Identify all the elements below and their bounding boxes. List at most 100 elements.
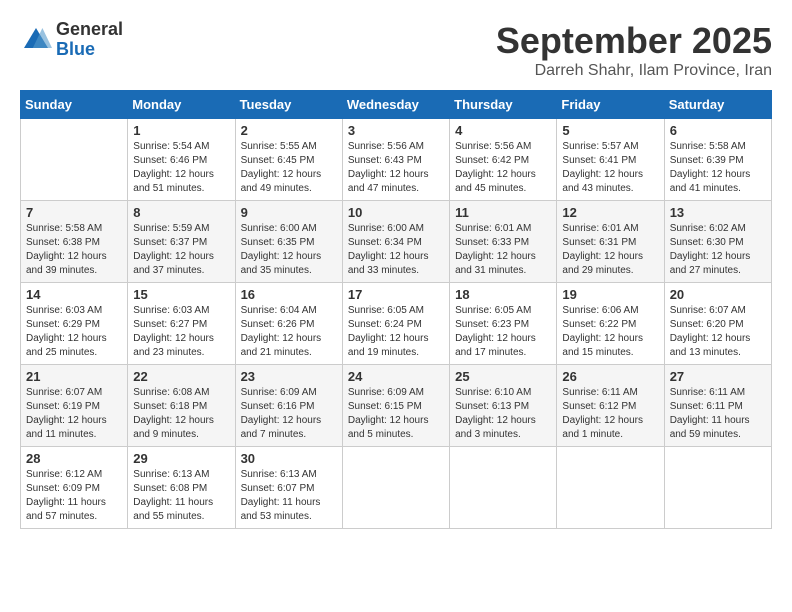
weekday-header-row: SundayMondayTuesdayWednesdayThursdayFrid… xyxy=(21,91,772,119)
day-number: 10 xyxy=(348,205,444,220)
day-info: Sunrise: 6:12 AM Sunset: 6:09 PM Dayligh… xyxy=(26,468,122,524)
calendar-cell xyxy=(450,447,557,529)
day-number: 19 xyxy=(562,287,658,302)
weekday-header-wednesday: Wednesday xyxy=(342,91,449,119)
day-info: Sunrise: 6:06 AM Sunset: 6:22 PM Dayligh… xyxy=(562,304,658,360)
day-number: 30 xyxy=(241,451,337,466)
day-info: Sunrise: 5:54 AM Sunset: 6:46 PM Dayligh… xyxy=(133,140,229,196)
calendar-cell xyxy=(21,119,128,201)
day-number: 12 xyxy=(562,205,658,220)
weekday-header-saturday: Saturday xyxy=(664,91,771,119)
calendar-cell: 28 Sunrise: 6:12 AM Sunset: 6:09 PM Dayli… xyxy=(21,447,128,529)
logo-general-text: General xyxy=(56,20,123,40)
day-number: 21 xyxy=(26,369,122,384)
day-info: Sunrise: 6:00 AM Sunset: 6:34 PM Dayligh… xyxy=(348,222,444,278)
logo-icon xyxy=(20,24,52,56)
day-info: Sunrise: 6:05 AM Sunset: 6:24 PM Dayligh… xyxy=(348,304,444,360)
calendar-cell: 7 Sunrise: 5:58 AM Sunset: 6:38 PM Daylig… xyxy=(21,201,128,283)
day-info: Sunrise: 6:03 AM Sunset: 6:27 PM Dayligh… xyxy=(133,304,229,360)
day-number: 6 xyxy=(670,123,766,138)
day-number: 11 xyxy=(455,205,551,220)
weekday-header-thursday: Thursday xyxy=(450,91,557,119)
day-info: Sunrise: 5:58 AM Sunset: 6:38 PM Dayligh… xyxy=(26,222,122,278)
calendar-cell xyxy=(557,447,664,529)
day-info: Sunrise: 6:04 AM Sunset: 6:26 PM Dayligh… xyxy=(241,304,337,360)
logo-blue-text: Blue xyxy=(56,40,123,60)
calendar-cell: 27Sunrise: 6:11 AM Sunset: 6:11 PM Dayli… xyxy=(664,365,771,447)
day-number: 25 xyxy=(455,369,551,384)
day-info: Sunrise: 6:10 AM Sunset: 6:13 PM Dayligh… xyxy=(455,386,551,442)
calendar-cell: 21 Sunrise: 6:07 AM Sunset: 6:19 PM Dayli… xyxy=(21,365,128,447)
calendar-cell: 9Sunrise: 6:00 AM Sunset: 6:35 PM Daylig… xyxy=(235,201,342,283)
calendar-cell: 17 Sunrise: 6:05 AM Sunset: 6:24 PM Dayli… xyxy=(342,283,449,365)
day-info: Sunrise: 5:56 AM Sunset: 6:43 PM Dayligh… xyxy=(348,140,444,196)
day-number: 15 xyxy=(133,287,229,302)
calendar-cell: 23 Sunrise: 6:09 AM Sunset: 6:16 PM Dayli… xyxy=(235,365,342,447)
page-header: General Blue September 2025 Darreh Shahr… xyxy=(20,20,772,80)
calendar-cell: 1Sunrise: 5:54 AM Sunset: 6:46 PM Daylig… xyxy=(128,119,235,201)
calendar-table: SundayMondayTuesdayWednesdayThursdayFrid… xyxy=(20,90,772,529)
calendar-week-row: 21 Sunrise: 6:07 AM Sunset: 6:19 PM Dayli… xyxy=(21,365,772,447)
calendar-week-row: 7 Sunrise: 5:58 AM Sunset: 6:38 PM Daylig… xyxy=(21,201,772,283)
day-number: 27 xyxy=(670,369,766,384)
calendar-cell: 4Sunrise: 5:56 AM Sunset: 6:42 PM Daylig… xyxy=(450,119,557,201)
day-info: Sunrise: 6:13 AM Sunset: 6:07 PM Dayligh… xyxy=(241,468,337,524)
calendar-week-row: 1Sunrise: 5:54 AM Sunset: 6:46 PM Daylig… xyxy=(21,119,772,201)
day-info: Sunrise: 6:08 AM Sunset: 6:18 PM Dayligh… xyxy=(133,386,229,442)
calendar-cell: 29Sunrise: 6:13 AM Sunset: 6:08 PM Dayli… xyxy=(128,447,235,529)
day-number: 13 xyxy=(670,205,766,220)
calendar-cell: 30 Sunrise: 6:13 AM Sunset: 6:07 PM Dayli… xyxy=(235,447,342,529)
day-number: 18 xyxy=(455,287,551,302)
day-info: Sunrise: 6:01 AM Sunset: 6:33 PM Dayligh… xyxy=(455,222,551,278)
day-number: 26 xyxy=(562,369,658,384)
day-number: 17 xyxy=(348,287,444,302)
weekday-header-sunday: Sunday xyxy=(21,91,128,119)
weekday-header-friday: Friday xyxy=(557,91,664,119)
calendar-cell: 19 Sunrise: 6:06 AM Sunset: 6:22 PM Dayli… xyxy=(557,283,664,365)
title-area: September 2025 Darreh Shahr, Ilam Provin… xyxy=(496,20,772,80)
day-number: 20 xyxy=(670,287,766,302)
calendar-cell: 5 Sunrise: 5:57 AM Sunset: 6:41 PM Daylig… xyxy=(557,119,664,201)
day-number: 16 xyxy=(241,287,337,302)
calendar-header: SundayMondayTuesdayWednesdayThursdayFrid… xyxy=(21,91,772,119)
calendar-cell xyxy=(664,447,771,529)
weekday-header-tuesday: Tuesday xyxy=(235,91,342,119)
calendar-cell xyxy=(342,447,449,529)
day-info: Sunrise: 6:05 AM Sunset: 6:23 PM Dayligh… xyxy=(455,304,551,360)
day-number: 23 xyxy=(241,369,337,384)
day-info: Sunrise: 6:03 AM Sunset: 6:29 PM Dayligh… xyxy=(26,304,122,360)
day-info: Sunrise: 6:07 AM Sunset: 6:19 PM Dayligh… xyxy=(26,386,122,442)
day-number: 14 xyxy=(26,287,122,302)
day-number: 9 xyxy=(241,205,337,220)
calendar-cell: 25 Sunrise: 6:10 AM Sunset: 6:13 PM Dayli… xyxy=(450,365,557,447)
day-number: 8 xyxy=(133,205,229,220)
day-number: 4 xyxy=(455,123,551,138)
day-info: Sunrise: 6:09 AM Sunset: 6:15 PM Dayligh… xyxy=(348,386,444,442)
calendar-cell: 12 Sunrise: 6:01 AM Sunset: 6:31 PM Dayli… xyxy=(557,201,664,283)
calendar-cell: 13Sunrise: 6:02 AM Sunset: 6:30 PM Dayli… xyxy=(664,201,771,283)
calendar-cell: 8 Sunrise: 5:59 AM Sunset: 6:37 PM Daylig… xyxy=(128,201,235,283)
calendar-cell: 26 Sunrise: 6:11 AM Sunset: 6:12 PM Dayli… xyxy=(557,365,664,447)
calendar-week-row: 28 Sunrise: 6:12 AM Sunset: 6:09 PM Dayli… xyxy=(21,447,772,529)
day-number: 7 xyxy=(26,205,122,220)
day-info: Sunrise: 6:09 AM Sunset: 6:16 PM Dayligh… xyxy=(241,386,337,442)
day-info: Sunrise: 5:57 AM Sunset: 6:41 PM Dayligh… xyxy=(562,140,658,196)
calendar-cell: 16 Sunrise: 6:04 AM Sunset: 6:26 PM Dayli… xyxy=(235,283,342,365)
day-number: 2 xyxy=(241,123,337,138)
calendar-cell: 18 Sunrise: 6:05 AM Sunset: 6:23 PM Dayli… xyxy=(450,283,557,365)
month-title: September 2025 xyxy=(496,20,772,62)
calendar-cell: 14 Sunrise: 6:03 AM Sunset: 6:29 PM Dayli… xyxy=(21,283,128,365)
day-number: 22 xyxy=(133,369,229,384)
calendar-cell: 15 Sunrise: 6:03 AM Sunset: 6:27 PM Dayli… xyxy=(128,283,235,365)
calendar-body: 1Sunrise: 5:54 AM Sunset: 6:46 PM Daylig… xyxy=(21,119,772,529)
day-number: 28 xyxy=(26,451,122,466)
day-info: Sunrise: 6:13 AM Sunset: 6:08 PM Dayligh… xyxy=(133,468,229,524)
calendar-cell: 3 Sunrise: 5:56 AM Sunset: 6:43 PM Daylig… xyxy=(342,119,449,201)
day-info: Sunrise: 6:01 AM Sunset: 6:31 PM Dayligh… xyxy=(562,222,658,278)
calendar-cell: 2Sunrise: 5:55 AM Sunset: 6:45 PM Daylig… xyxy=(235,119,342,201)
day-number: 5 xyxy=(562,123,658,138)
day-number: 24 xyxy=(348,369,444,384)
day-info: Sunrise: 6:11 AM Sunset: 6:12 PM Dayligh… xyxy=(562,386,658,442)
day-number: 3 xyxy=(348,123,444,138)
day-info: Sunrise: 5:59 AM Sunset: 6:37 PM Dayligh… xyxy=(133,222,229,278)
